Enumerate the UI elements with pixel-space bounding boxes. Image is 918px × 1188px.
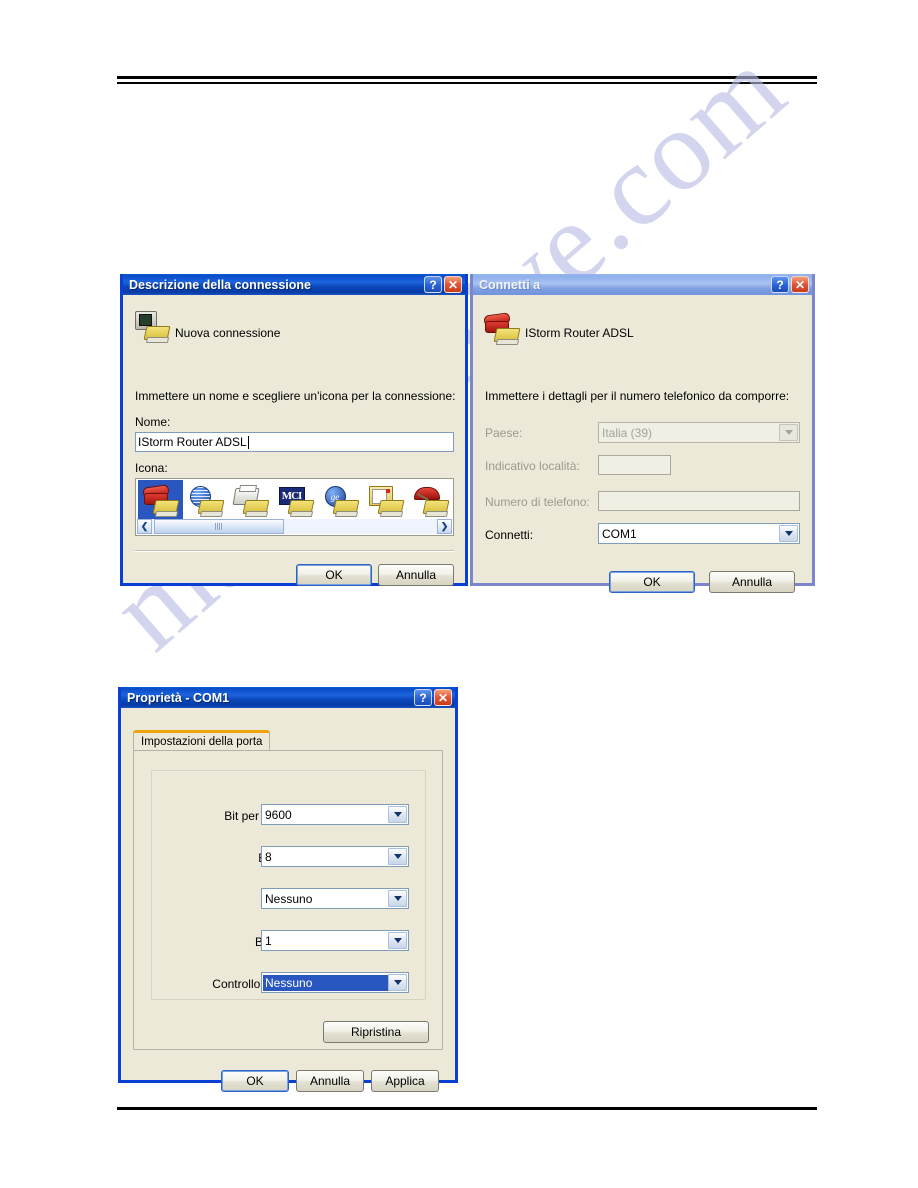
tab-port-settings-label: Impostazioni della porta <box>141 736 263 748</box>
chevron-down-icon[interactable] <box>388 932 407 949</box>
cancel-button[interactable]: Annulla <box>378 564 454 586</box>
icon-option-mci-logo[interactable]: MCI <box>273 480 318 520</box>
data-bits-combo[interactable]: 8 <box>261 846 409 867</box>
dialog-com1-properties: Proprietà - COM1 ? ✕ Impostazioni della … <box>118 687 458 1092</box>
cancel-button[interactable]: Annulla <box>296 1070 364 1092</box>
window-title: Proprietà - COM1 <box>127 690 230 705</box>
dialog-connection-description: Descrizione della connessione ? ✕ Nuova … <box>120 274 468 586</box>
window-title: Descrizione della connessione <box>129 277 312 292</box>
phone-number-input <box>598 491 800 511</box>
red-phone-icon <box>483 312 521 343</box>
titlebar[interactable]: Descrizione della connessione ? ✕ <box>123 274 465 295</box>
instruction-text: Immettere un nome e scegliere un'icona p… <box>135 389 456 403</box>
text-caret <box>247 435 249 449</box>
icon-option-notepad[interactable] <box>363 480 408 520</box>
parity-combo[interactable]: Nessuno <box>261 888 409 909</box>
scroll-left-icon[interactable]: ❮ <box>137 519 152 534</box>
icon-label: Icona: <box>135 461 168 475</box>
data-bits-value: 8 <box>265 849 272 864</box>
connect-using-label: Connetti: <box>485 528 534 542</box>
connect-using-value: COM1 <box>602 526 637 541</box>
header-label: IStorm Router ADSL <box>525 326 634 340</box>
instruction-text: Immettere i dettagli per il numero telef… <box>485 389 790 403</box>
stop-bits-combo[interactable]: 1 <box>261 930 409 951</box>
scrollbar-track[interactable] <box>152 519 437 534</box>
ok-button[interactable]: OK <box>221 1070 289 1092</box>
chevron-down-icon[interactable] <box>388 890 407 907</box>
bits-per-second-combo[interactable]: 9600 <box>261 804 409 825</box>
name-label: Nome: <box>135 415 171 429</box>
ok-button[interactable]: OK <box>296 564 372 586</box>
area-code-label: Indicativo località: <box>485 459 580 473</box>
name-input[interactable]: IStorm Router ADSL <box>135 432 454 452</box>
tab-port-settings[interactable]: Impostazioni della porta <box>133 730 271 751</box>
help-button[interactable]: ? <box>771 276 789 293</box>
icon-option-red-phone[interactable] <box>138 480 183 520</box>
bits-per-second-value: 9600 <box>265 807 292 822</box>
chevron-down-icon[interactable] <box>779 525 798 542</box>
page-header-rule <box>117 76 817 84</box>
dialog-connect-to: Connetti a ? ✕ IStorm Router ADSL Immett… <box>470 274 815 593</box>
close-button[interactable]: ✕ <box>444 276 462 293</box>
country-combo: Italia (39) <box>598 422 800 443</box>
help-button[interactable]: ? <box>414 689 432 706</box>
cancel-button[interactable]: Annulla <box>709 571 795 593</box>
icon-list-scrollbar[interactable]: ❮ ❯ <box>137 519 452 534</box>
scrollbar-thumb[interactable] <box>154 519 284 534</box>
titlebar[interactable]: Proprietà - COM1 ? ✕ <box>121 687 455 708</box>
close-button[interactable]: ✕ <box>791 276 809 293</box>
icon-option-ge-globe[interactable]: ge <box>318 480 363 520</box>
icon-option-umbrella[interactable] <box>408 480 453 520</box>
close-button[interactable]: ✕ <box>434 689 452 706</box>
country-label: Paese: <box>485 426 523 440</box>
window-title: Connetti a <box>479 277 541 292</box>
new-connection-icon <box>135 311 171 341</box>
parity-value: Nessuno <box>265 891 313 906</box>
flow-control-value: Nessuno <box>263 974 393 991</box>
ok-button[interactable]: OK <box>609 571 695 593</box>
connect-using-combo[interactable]: COM1 <box>598 523 800 544</box>
chevron-down-icon[interactable] <box>388 806 407 823</box>
header-label: Nuova connessione <box>175 326 281 340</box>
separator <box>135 550 454 552</box>
icon-option-fax-machine[interactable] <box>228 480 273 520</box>
stop-bits-value: 1 <box>265 933 272 948</box>
apply-button[interactable]: Applica <box>371 1070 439 1092</box>
chevron-down-icon[interactable] <box>388 974 407 991</box>
country-value: Italia (39) <box>602 425 653 440</box>
chevron-down-icon[interactable] <box>388 848 407 865</box>
restore-defaults-button[interactable]: Ripristina <box>323 1021 429 1043</box>
page-footer-rule <box>117 1107 817 1110</box>
icon-list[interactable]: MCI ge ❮ ❯ <box>135 478 454 536</box>
help-button[interactable]: ? <box>424 276 442 293</box>
phone-number-label: Numero di telefono: <box>485 495 590 509</box>
scroll-right-icon[interactable]: ❯ <box>437 519 452 534</box>
titlebar[interactable]: Connetti a ? ✕ <box>473 274 812 295</box>
name-input-value: IStorm Router ADSL <box>138 435 247 449</box>
flow-control-combo[interactable]: Nessuno <box>261 972 409 993</box>
chevron-down-icon <box>779 424 798 441</box>
area-code-input <box>598 455 671 475</box>
icon-option-blue-globe[interactable] <box>183 480 228 520</box>
